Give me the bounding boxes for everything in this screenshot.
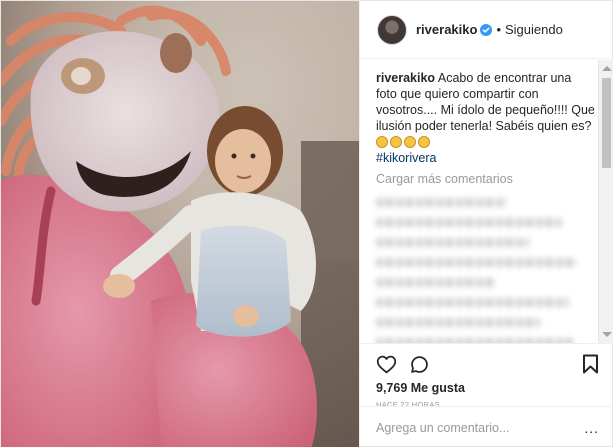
smiling-emoji-icon bbox=[418, 136, 430, 148]
scrollbar-thumb[interactable] bbox=[602, 78, 611, 168]
smiling-emoji-icon bbox=[376, 136, 388, 148]
blurred-comment-line bbox=[376, 258, 578, 267]
load-more-comments-link[interactable]: Cargar más comentarios bbox=[376, 172, 595, 186]
blurred-comment-line bbox=[376, 298, 569, 307]
caption-hashtag[interactable]: #kikorivera bbox=[376, 151, 436, 165]
post-photo[interactable] bbox=[1, 1, 359, 447]
post-caption: riverakiko Acabo de encontrar una foto q… bbox=[376, 70, 595, 166]
blurred-comment-line bbox=[376, 278, 497, 287]
smiling-emoji-icon bbox=[404, 136, 416, 148]
post-actions-area: 9,769 Me gusta HACE 22 HORAS bbox=[360, 343, 613, 409]
comments-list: riverakiko Acabo de encontrar una foto q… bbox=[360, 60, 613, 343]
avatar[interactable] bbox=[377, 14, 407, 45]
blurred-comment-line bbox=[376, 198, 508, 207]
blurred-comment-line bbox=[376, 318, 541, 327]
follow-status-button[interactable]: Siguiendo bbox=[505, 22, 563, 37]
heart-icon[interactable] bbox=[376, 354, 397, 375]
comments-scrollbar[interactable] bbox=[598, 60, 613, 343]
emoji-group bbox=[376, 135, 432, 149]
comment-icon[interactable] bbox=[409, 354, 430, 375]
post-side-panel: riverakiko • Siguiendo riverakiko Acabo … bbox=[359, 1, 613, 447]
like-count[interactable]: 9,769 Me gusta bbox=[376, 381, 599, 395]
comment-input[interactable] bbox=[376, 420, 576, 435]
caption-username[interactable]: riverakiko bbox=[376, 71, 435, 85]
post-header: riverakiko • Siguiendo bbox=[360, 1, 613, 59]
action-bar bbox=[376, 351, 599, 377]
author-username[interactable]: riverakiko bbox=[416, 22, 477, 37]
more-options-icon[interactable]: ... bbox=[584, 420, 599, 436]
blurred-comment-line bbox=[376, 238, 530, 247]
instagram-post: riverakiko • Siguiendo riverakiko Acabo … bbox=[0, 0, 613, 447]
header-separator: • bbox=[496, 22, 501, 37]
smiling-emoji-icon bbox=[390, 136, 402, 148]
blurred-comment-line bbox=[376, 218, 563, 227]
blurred-comments bbox=[376, 198, 595, 343]
scroll-up-arrow-icon[interactable] bbox=[602, 66, 612, 71]
add-comment-bar: ... bbox=[360, 406, 613, 447]
photo-image bbox=[1, 1, 359, 447]
scroll-down-arrow-icon[interactable] bbox=[602, 332, 612, 337]
bookmark-icon[interactable] bbox=[582, 354, 599, 374]
verified-badge-icon bbox=[480, 23, 493, 36]
